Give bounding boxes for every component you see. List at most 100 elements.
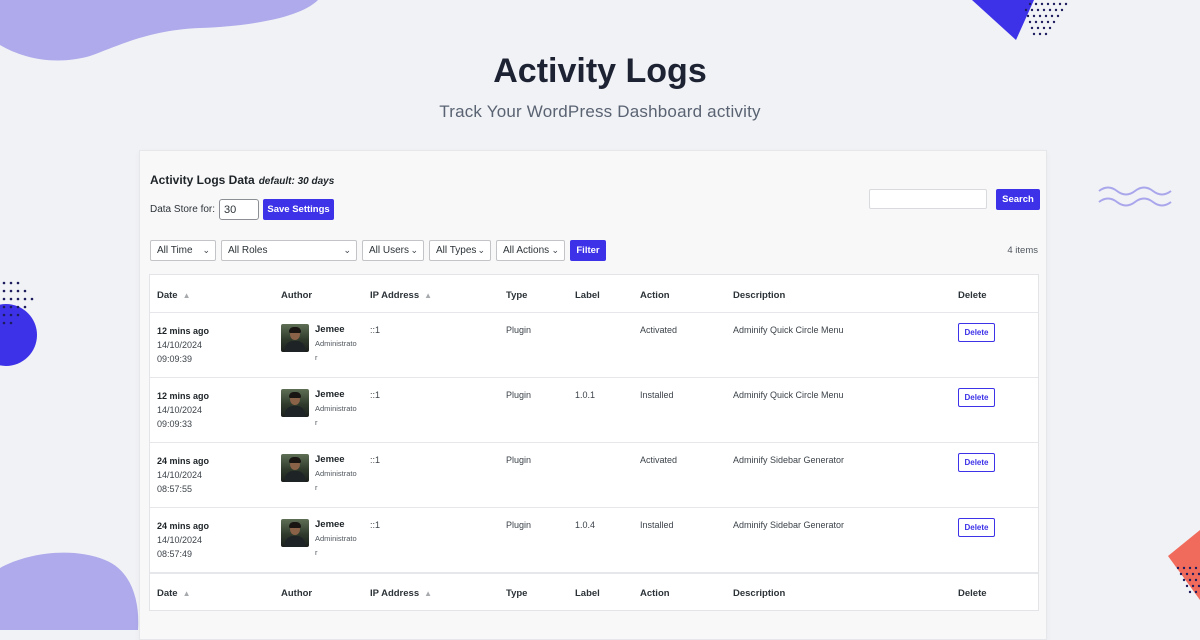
sort-arrows-icon: ▲︎ — [182, 291, 191, 300]
panel-heading-note: default: 30 days — [258, 176, 335, 187]
panel-heading: Activity Logs Data default: 30 days — [150, 173, 334, 187]
column-header-label: Label — [575, 290, 600, 301]
roles-filter-select[interactable]: All Roles ⌄ — [221, 240, 357, 261]
column-footer-author: Author — [281, 588, 313, 599]
data-store-row: Data Store for: Save Settings — [150, 199, 335, 220]
type-cell: Plugin — [506, 455, 532, 465]
column-header-date-label: Date — [157, 290, 178, 301]
sort-arrows-icon: ▲︎ — [182, 589, 191, 598]
column-header-ip[interactable]: IP Address ▲︎ — [370, 290, 432, 301]
delete-button[interactable]: Delete — [958, 453, 995, 472]
column-footer-ip-label: IP Address — [370, 588, 420, 599]
page-title: Activity Logs — [493, 52, 707, 90]
author-role: Administrator — [315, 404, 357, 427]
delete-button[interactable]: Delete — [958, 323, 995, 342]
label-cell: 1.0.1 — [575, 390, 596, 400]
column-header-ip-label: IP Address — [370, 290, 420, 301]
bottom-left-blob-decoration — [0, 552, 139, 630]
author-cell: Jemee Administrator — [315, 454, 359, 495]
type-cell: Plugin — [506, 520, 532, 530]
author-role: Administrator — [315, 534, 357, 557]
author-name: Jemee — [315, 519, 345, 530]
time-filter-value: All Time — [157, 245, 193, 256]
types-filter-select[interactable]: All Types ⌄ — [429, 240, 491, 261]
action-cell: Activated — [640, 455, 678, 465]
users-filter-value: All Users — [369, 245, 410, 256]
left-dots-circle-decoration — [0, 281, 37, 366]
table-footer-row: Date ▲︎ Author IP Address ▲︎ Type Label Ac… — [150, 573, 1038, 611]
table-row: 24 mins ago 14/10/2024 08:57:55 Jemee Ad… — [150, 443, 1038, 508]
author-name: Jemee — [315, 454, 345, 465]
ip-cell: ::1 — [370, 325, 381, 335]
date-value: 14/10/2024 — [157, 340, 203, 350]
date-relative: 12 mins ago — [157, 391, 210, 401]
action-cell: Installed — [640, 520, 674, 530]
description-cell: Adminify Quick Circle Menu — [733, 325, 844, 335]
type-cell: Plugin — [506, 390, 532, 400]
time-value: 09:09:39 — [157, 354, 193, 364]
sort-arrows-icon: ▲︎ — [424, 589, 433, 598]
column-footer-description: Description — [733, 588, 786, 599]
column-footer-action: Action — [640, 588, 670, 599]
data-store-days-input[interactable] — [219, 199, 260, 220]
author-role: Administrator — [315, 339, 357, 362]
time-filter-select[interactable]: All Time ⌄ — [150, 240, 216, 261]
date-value: 14/10/2024 — [157, 535, 203, 545]
table-header-row: Date ▲︎ Author IP Address ▲︎ Type Label Ac… — [150, 275, 1038, 313]
table-row: 24 mins ago 14/10/2024 08:57:49 Jemee Ad… — [150, 508, 1038, 573]
column-header-action: Action — [640, 290, 670, 301]
author-role: Administrator — [315, 469, 357, 492]
column-footer-label: Label — [575, 588, 600, 599]
activity-logs-panel: Activity Logs Data default: 30 days Data … — [139, 150, 1047, 640]
description-cell: Adminify Sidebar Generator — [733, 520, 845, 530]
column-header-date[interactable]: Date ▲︎ — [157, 290, 191, 301]
date-value: 14/10/2024 — [157, 470, 203, 480]
author-cell: Jemee Administrator — [315, 519, 359, 560]
author-cell: Jemee Administrator — [315, 389, 359, 430]
date-relative: 12 mins ago — [157, 326, 210, 336]
column-header-author: Author — [281, 290, 313, 301]
delete-button[interactable]: Delete — [958, 518, 995, 537]
time-value: 08:57:55 — [157, 484, 193, 494]
filter-bar: All Time ⌄ All Roles ⌄ All Users ⌄ All T… — [150, 240, 606, 261]
actions-filter-select[interactable]: All Actions ⌄ — [496, 240, 565, 261]
column-footer-delete: Delete — [958, 588, 987, 599]
sort-arrows-icon: ▲︎ — [424, 291, 433, 300]
table-row: 12 mins ago 14/10/2024 09:09:33 Jemee Ad… — [150, 378, 1038, 443]
ip-cell: ::1 — [370, 520, 381, 530]
column-footer-ip[interactable]: IP Address ▲︎ — [370, 588, 432, 599]
column-footer-date-label: Date — [157, 588, 178, 599]
chevron-down-icon: ⌄ — [551, 245, 559, 255]
date-cell: 12 mins ago 14/10/2024 09:09:39 — [157, 324, 209, 366]
filter-button[interactable]: Filter — [570, 240, 606, 261]
column-footer-date[interactable]: Date ▲︎ — [157, 588, 191, 599]
time-value: 08:57:49 — [157, 549, 193, 559]
author-name: Jemee — [315, 324, 345, 335]
actions-filter-value: All Actions — [503, 245, 550, 256]
items-count: 4 items — [1007, 245, 1038, 256]
delete-button[interactable]: Delete — [958, 388, 995, 407]
column-header-type: Type — [506, 290, 528, 301]
data-store-label: Data Store for: — [150, 204, 216, 215]
roles-filter-value: All Roles — [228, 245, 268, 256]
user-avatar — [281, 389, 309, 417]
save-settings-button[interactable]: Save Settings — [263, 199, 335, 220]
search-button[interactable]: Search — [996, 189, 1040, 210]
chevron-down-icon: ⌄ — [477, 245, 485, 255]
type-cell: Plugin — [506, 325, 532, 335]
chevron-down-icon: ⌄ — [343, 245, 351, 255]
description-cell: Adminify Sidebar Generator — [733, 455, 845, 465]
search-input[interactable] — [869, 189, 987, 209]
users-filter-select[interactable]: All Users ⌄ — [362, 240, 424, 261]
date-cell: 24 mins ago 14/10/2024 08:57:55 — [157, 454, 209, 496]
description-cell: Adminify Quick Circle Menu — [733, 390, 844, 400]
table-row: 12 mins ago 14/10/2024 09:09:39 Jemee Ad… — [150, 313, 1038, 378]
time-value: 09:09:33 — [157, 419, 193, 429]
column-footer-type: Type — [506, 588, 528, 599]
user-avatar — [281, 324, 309, 352]
date-relative: 24 mins ago — [157, 456, 210, 466]
right-wave-decoration — [1098, 186, 1172, 207]
ip-cell: ::1 — [370, 455, 381, 465]
activity-logs-table: Date ▲︎ Author IP Address ▲︎ Type Label Ac… — [149, 274, 1039, 611]
bottom-right-triangle-decoration — [1168, 530, 1200, 600]
